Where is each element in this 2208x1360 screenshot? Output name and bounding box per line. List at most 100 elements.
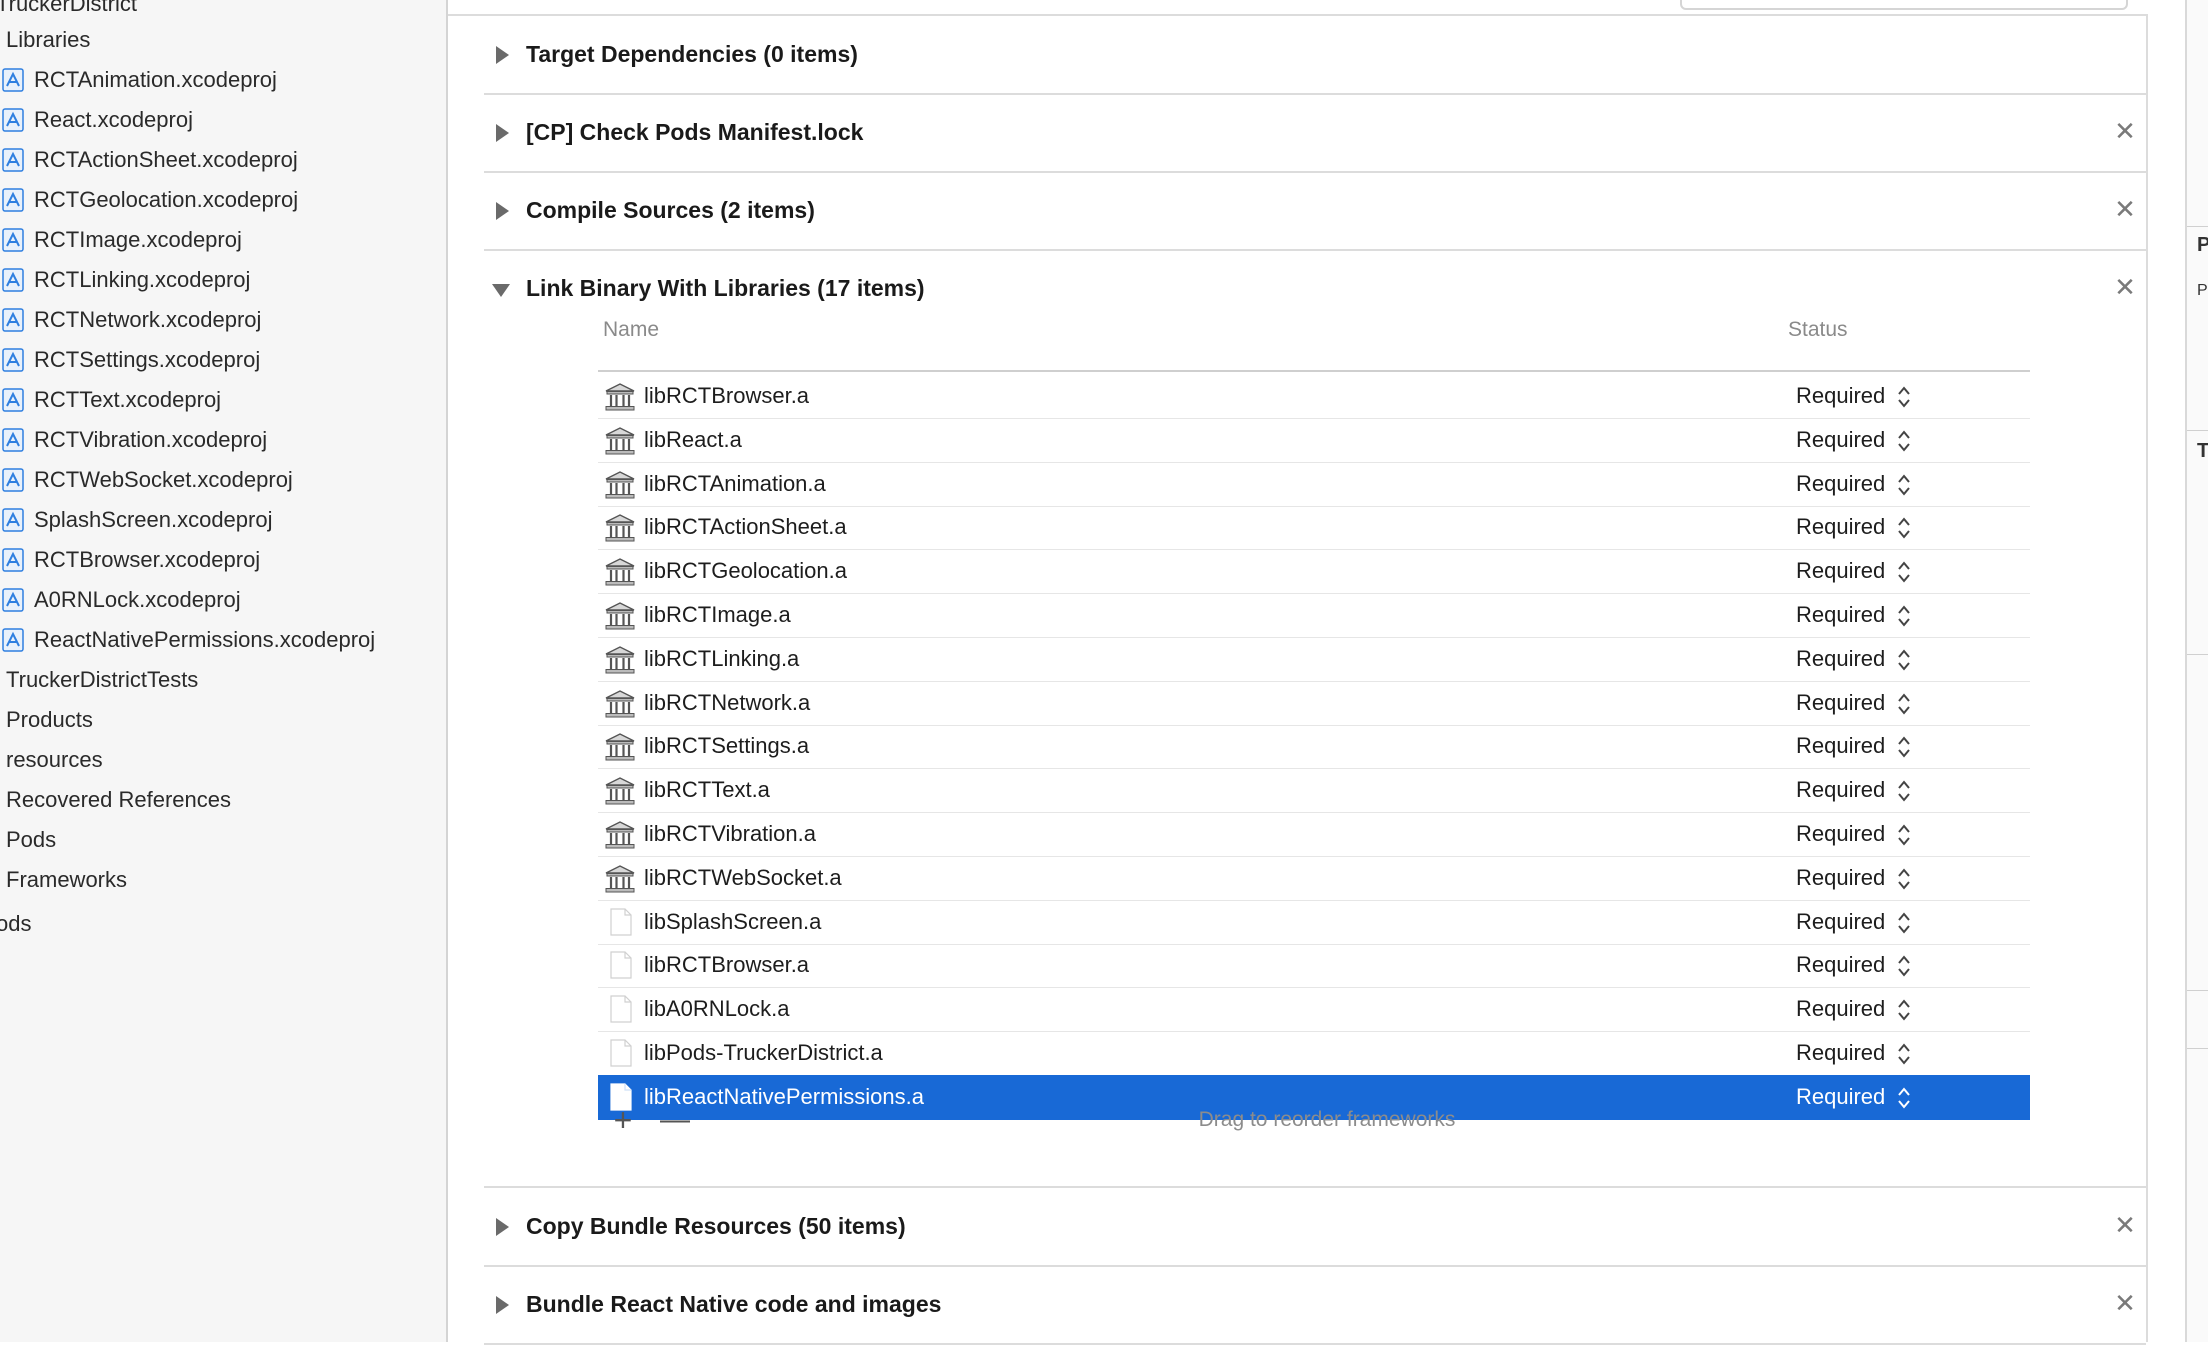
library-row[interactable]: libRCTSettings.a Required	[598, 724, 2030, 770]
library-row[interactable]: libRCTVibration.a Required	[598, 812, 2030, 857]
library-status[interactable]: Required	[1796, 549, 1885, 593]
phase-title: [CP] Check Pods Manifest.lock	[526, 119, 864, 145]
xcodeproj-icon	[2, 68, 24, 92]
nav-item-pods-cut[interactable]: ods	[0, 906, 31, 942]
filter-field[interactable]	[1680, 0, 2128, 10]
nav-item-project[interactable]: RCTSettings.xcodeproj	[0, 342, 260, 378]
library-row[interactable]: libRCTWebSocket.a Required	[598, 856, 2030, 901]
library-status[interactable]: Required	[1796, 593, 1885, 637]
nav-item-project[interactable]: RCTActionSheet.xcodeproj	[0, 142, 298, 178]
library-status[interactable]: Required	[1796, 900, 1885, 944]
nav-item-project[interactable]: RCTWebSocket.xcodeproj	[0, 462, 293, 498]
library-row[interactable]: libReact.a Required	[598, 418, 2030, 463]
nav-item-project[interactable]: RCTVibration.xcodeproj	[0, 422, 267, 458]
status-stepper-icon[interactable]	[1897, 603, 1911, 629]
library-status[interactable]: Required	[1796, 987, 1885, 1031]
nav-item-project[interactable]: A0RNLock.xcodeproj	[0, 582, 241, 618]
library-row[interactable]: libPods-TruckerDistrict.a Required	[598, 1031, 2030, 1076]
column-header-status[interactable]: Status	[1788, 318, 1848, 342]
status-stepper-icon[interactable]	[1897, 1041, 1911, 1067]
nav-group-item[interactable]: TruckerDistrictTests	[6, 662, 198, 698]
library-status[interactable]: Required	[1796, 681, 1885, 725]
status-stepper-icon[interactable]	[1897, 997, 1911, 1023]
nav-item-project[interactable]: RCTAnimation.xcodeproj	[0, 62, 277, 98]
library-row[interactable]: libRCTImage.a Required	[598, 593, 2030, 638]
nav-group-item[interactable]: Products	[6, 702, 93, 738]
nav-item-truckerdistrict[interactable]: TruckerDistrict	[0, 0, 137, 22]
library-row[interactable]: libRCTNetwork.a Required	[598, 681, 2030, 726]
library-row[interactable]: libSplashScreen.a Required	[598, 900, 2030, 945]
delete-phase-icon[interactable]: ✕	[2110, 194, 2140, 224]
library-status[interactable]: Required	[1796, 505, 1885, 549]
disclosure-triangle-icon[interactable]	[496, 1218, 509, 1236]
library-status[interactable]: Required	[1796, 462, 1885, 506]
library-status[interactable]: Required	[1796, 637, 1885, 681]
library-status[interactable]: Required	[1796, 724, 1885, 768]
delete-phase-icon[interactable]: ✕	[2110, 1288, 2140, 1318]
status-stepper-icon[interactable]	[1897, 910, 1911, 936]
nav-group-item[interactable]: Pods	[6, 822, 56, 858]
library-status[interactable]: Required	[1796, 856, 1885, 900]
phase-compile-sources[interactable]: Compile Sources (2 items) ✕	[484, 172, 2146, 251]
nav-item-project[interactable]: RCTLinking.xcodeproj	[0, 262, 250, 298]
disclosure-triangle-icon[interactable]	[496, 124, 509, 142]
nav-item-project[interactable]: RCTText.xcodeproj	[0, 382, 221, 418]
nav-item-project[interactable]: RCTGeolocation.xcodeproj	[0, 182, 298, 218]
nav-item-project[interactable]: RCTBrowser.xcodeproj	[0, 542, 260, 578]
disclosure-triangle-icon[interactable]	[496, 46, 509, 64]
disclosure-triangle-icon[interactable]	[496, 1296, 509, 1314]
xcodeproj-icon	[2, 228, 24, 252]
delete-phase-icon[interactable]: ✕	[2110, 272, 2140, 302]
delete-phase-icon[interactable]: ✕	[2110, 116, 2140, 146]
status-stepper-icon[interactable]	[1897, 384, 1911, 410]
nav-item-project[interactable]: RCTNetwork.xcodeproj	[0, 302, 261, 338]
nav-group-item[interactable]: resources	[6, 742, 103, 778]
disclosure-triangle-icon[interactable]	[496, 202, 509, 220]
xcodeproj-icon	[2, 108, 24, 132]
nav-item-project[interactable]: React.xcodeproj	[0, 102, 193, 138]
library-status[interactable]: Required	[1796, 768, 1885, 812]
phase-copy-bundle-resources[interactable]: Copy Bundle Resources (50 items) ✕	[484, 1188, 2146, 1267]
status-stepper-icon[interactable]	[1897, 559, 1911, 585]
library-status[interactable]: Required	[1796, 812, 1885, 856]
library-row[interactable]: libRCTGeolocation.a Required	[598, 549, 2030, 595]
remove-library-button[interactable]: —	[658, 1100, 692, 1140]
nav-item-project[interactable]: RCTImage.xcodeproj	[0, 222, 242, 258]
status-stepper-icon[interactable]	[1897, 866, 1911, 892]
library-row[interactable]: libA0RNLock.a Required	[598, 987, 2030, 1033]
phase-check-pods-manifest[interactable]: [CP] Check Pods Manifest.lock ✕	[484, 94, 2146, 173]
library-status[interactable]: Required	[1796, 374, 1885, 418]
library-row[interactable]: libRCTActionSheet.a Required	[598, 505, 2030, 551]
add-library-button[interactable]: +	[606, 1100, 640, 1140]
nav-group-item[interactable]: Frameworks	[6, 862, 127, 898]
library-status[interactable]: Required	[1796, 418, 1885, 462]
library-row[interactable]: libRCTBrowser.a Required	[598, 943, 2030, 989]
phase-bundle-react-native[interactable]: Bundle React Native code and images ✕	[484, 1266, 2146, 1345]
library-row[interactable]: libRCTLinking.a Required	[598, 637, 2030, 682]
status-stepper-icon[interactable]	[1897, 515, 1911, 541]
xcodeproj-icon	[2, 388, 24, 412]
nav-group-libraries[interactable]: Libraries	[6, 22, 90, 58]
library-row[interactable]: libRCTBrowser.a Required	[598, 374, 2030, 419]
status-stepper-icon[interactable]	[1897, 647, 1911, 673]
status-stepper-icon[interactable]	[1897, 691, 1911, 717]
library-row[interactable]: libRCTText.a Required	[598, 768, 2030, 814]
status-stepper-icon[interactable]	[1897, 953, 1911, 979]
status-stepper-icon[interactable]	[1897, 428, 1911, 454]
nav-item-project[interactable]: ReactNativePermissions.xcodeproj	[0, 622, 375, 658]
library-icon	[605, 427, 635, 455]
delete-phase-icon[interactable]: ✕	[2110, 1210, 2140, 1240]
status-stepper-icon[interactable]	[1897, 778, 1911, 804]
phase-target-dependencies[interactable]: Target Dependencies (0 items)	[484, 16, 2146, 95]
status-stepper-icon[interactable]	[1897, 734, 1911, 760]
column-header-name[interactable]: Name	[603, 318, 659, 342]
disclosure-triangle-icon[interactable]	[492, 284, 510, 297]
library-name: libRCTSettings.a	[644, 733, 810, 759]
library-status[interactable]: Required	[1796, 943, 1885, 987]
nav-item-project[interactable]: SplashScreen.xcodeproj	[0, 502, 272, 538]
nav-group-item[interactable]: Recovered References	[6, 782, 231, 818]
library-status[interactable]: Required	[1796, 1031, 1885, 1075]
library-row[interactable]: libRCTAnimation.a Required	[598, 462, 2030, 507]
status-stepper-icon[interactable]	[1897, 822, 1911, 848]
status-stepper-icon[interactable]	[1897, 472, 1911, 498]
